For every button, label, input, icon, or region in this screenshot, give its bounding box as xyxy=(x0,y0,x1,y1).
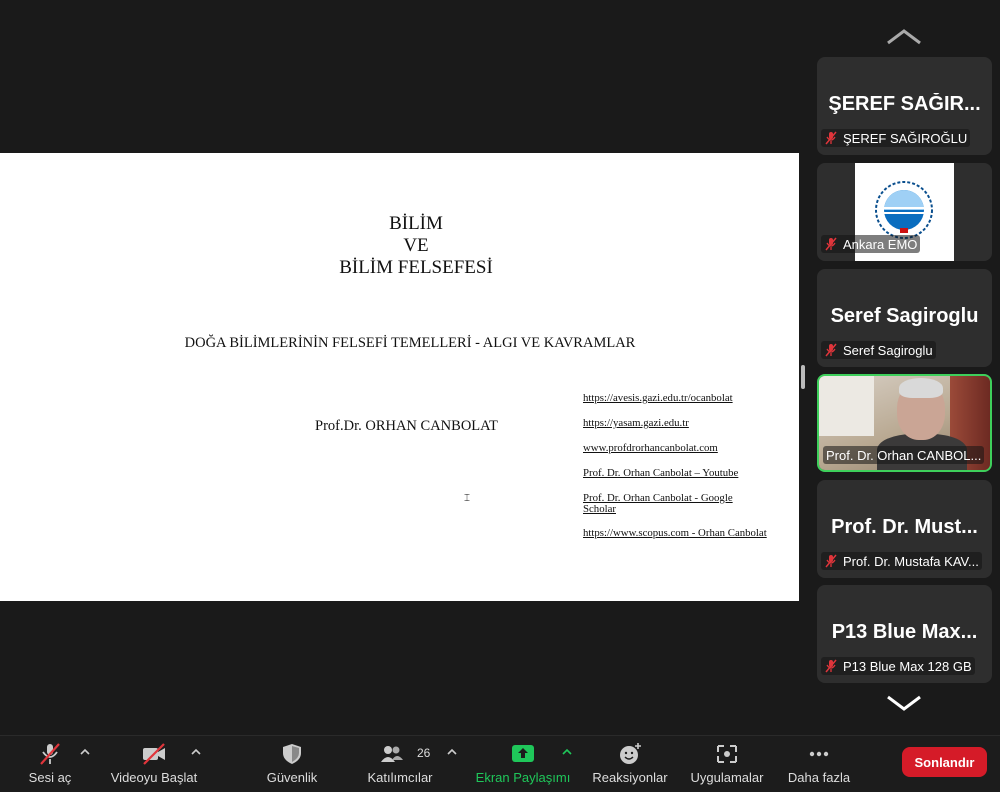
apps-button[interactable]: Uygulamalar xyxy=(686,736,768,792)
reactions-label: Reaksiyonlar xyxy=(592,770,668,785)
participant-label-text: P13 Blue Max 128 GB xyxy=(843,658,972,674)
end-meeting-button[interactable]: Sonlandır xyxy=(902,747,987,777)
slide-links: https://avesis.gazi.edu.tr/ocanbolat htt… xyxy=(583,393,793,539)
participants-label: Katılımcılar xyxy=(367,770,433,785)
participant-tile[interactable]: Ankara EMO xyxy=(817,163,992,261)
slide-title-line-1: BİLİM xyxy=(389,213,443,234)
panel-resize-handle[interactable] xyxy=(801,365,805,389)
slide-subtitle: DOĞA BİLİMLERİNİN FELSEFİ TEMELLERİ - AL… xyxy=(184,335,636,351)
participant-label: Prof. Dr. Orhan CANBOL... xyxy=(823,446,985,464)
participant-label: Ankara EMO xyxy=(821,235,921,253)
share-screen-button[interactable]: Ekran Paylaşımı xyxy=(470,736,576,792)
participant-label: Seref Sagiroglu xyxy=(821,341,936,359)
participant-tile[interactable]: Seref Sagiroglu Seref Sagiroglu xyxy=(817,269,992,367)
audio-options-caret-icon[interactable] xyxy=(80,748,90,756)
share-screen-icon xyxy=(512,745,534,762)
more-button[interactable]: Daha fazla xyxy=(782,736,856,792)
participant-name-display: P13 Blue Max... xyxy=(831,621,978,643)
security-label: Güvenlik xyxy=(266,770,318,785)
participant-label: Prof. Dr. Mustafa KAV... xyxy=(821,552,982,570)
slide-link[interactable]: https://avesis.gazi.edu.tr/ocanbolat xyxy=(583,393,793,404)
start-video-label: Videoyu Başlat xyxy=(110,770,198,785)
participants-icon xyxy=(381,746,403,762)
participant-tile[interactable]: Prof. Dr. Must... Prof. Dr. Mustafa KAV.… xyxy=(817,480,992,578)
slide-link[interactable]: Prof. Dr. Orhan Canbolat – Youtube xyxy=(583,468,793,479)
participant-tile-active-speaker[interactable]: Prof. Dr. Orhan CANBOL... xyxy=(817,374,992,472)
security-button[interactable]: Güvenlik xyxy=(256,736,328,792)
meeting-toolbar: Sesi aç Videoyu Başlat Güvenlik 26 Katıl… xyxy=(0,735,1000,792)
apps-label: Uygulamalar xyxy=(690,770,764,785)
slide-link[interactable]: www.profdrorhancanbolat.com xyxy=(583,443,793,454)
reactions-icon xyxy=(620,743,641,764)
video-off-icon xyxy=(143,743,165,765)
share-options-caret-icon[interactable] xyxy=(562,748,572,756)
participants-count: 26 xyxy=(417,746,431,760)
participant-tile[interactable]: ŞEREF SAĞIR... ŞEREF SAĞIROĞLU xyxy=(817,57,992,155)
participants-options-caret-icon[interactable] xyxy=(447,748,457,756)
participant-label-text: Seref Sagiroglu xyxy=(843,342,933,358)
muted-mic-icon xyxy=(825,659,837,673)
scroll-down-icon[interactable] xyxy=(886,693,922,713)
apps-icon xyxy=(717,745,737,763)
muted-mic-icon xyxy=(825,237,837,251)
unmute-label: Sesi aç xyxy=(28,770,72,785)
scroll-up-icon[interactable] xyxy=(886,27,922,47)
more-dots-icon xyxy=(809,751,829,757)
muted-mic-icon xyxy=(825,131,837,145)
slide-link[interactable]: Prof. Dr. Orhan Canbolat - Google Schola… xyxy=(583,493,768,515)
slide-author: Prof.Dr. ORHAN CANBOLAT xyxy=(315,418,498,434)
participant-label-text: Prof. Dr. Mustafa KAV... xyxy=(843,553,979,569)
participant-label: ŞEREF SAĞIROĞLU xyxy=(821,129,971,147)
muted-mic-icon xyxy=(40,743,60,765)
participant-name-display: ŞEREF SAĞIR... xyxy=(828,93,981,115)
share-screen-label: Ekran Paylaşımı xyxy=(475,770,571,785)
slide-link[interactable]: https://www.scopus.com - Orhan Canbolat xyxy=(583,528,793,539)
participant-label-text: ŞEREF SAĞIROĞLU xyxy=(843,130,968,146)
participant-label: P13 Blue Max 128 GB xyxy=(821,657,975,675)
participant-label-text: Ankara EMO xyxy=(843,236,918,252)
participant-label-text: Prof. Dr. Orhan CANBOL... xyxy=(826,447,982,463)
reactions-button[interactable]: Reaksiyonlar xyxy=(588,736,672,792)
unmute-button[interactable]: Sesi aç xyxy=(18,736,82,792)
participant-name-display: Prof. Dr. Must... xyxy=(831,516,978,538)
start-video-button[interactable]: Videoyu Başlat xyxy=(104,736,204,792)
slide-title-line-3: BİLİM FELSEFESİ xyxy=(339,257,493,278)
slide-link[interactable]: https://yasam.gazi.edu.tr xyxy=(583,418,793,429)
muted-mic-icon xyxy=(825,343,837,357)
participants-button[interactable]: 26 Katılımcılar xyxy=(360,736,440,792)
text-cursor-icon: ⌶ xyxy=(464,493,470,504)
slide-title-line-2: VE xyxy=(403,235,429,256)
video-options-caret-icon[interactable] xyxy=(191,748,201,756)
participant-name-display: Seref Sagiroglu xyxy=(830,305,979,327)
participant-tile[interactable]: P13 Blue Max... P13 Blue Max 128 GB xyxy=(817,585,992,683)
shield-icon xyxy=(283,744,301,764)
shared-screen: BİLİM VE BİLİM FELSEFESİ DOĞA BİLİMLERİN… xyxy=(0,153,799,601)
muted-mic-icon xyxy=(825,554,837,568)
more-label: Daha fazla xyxy=(787,770,851,785)
